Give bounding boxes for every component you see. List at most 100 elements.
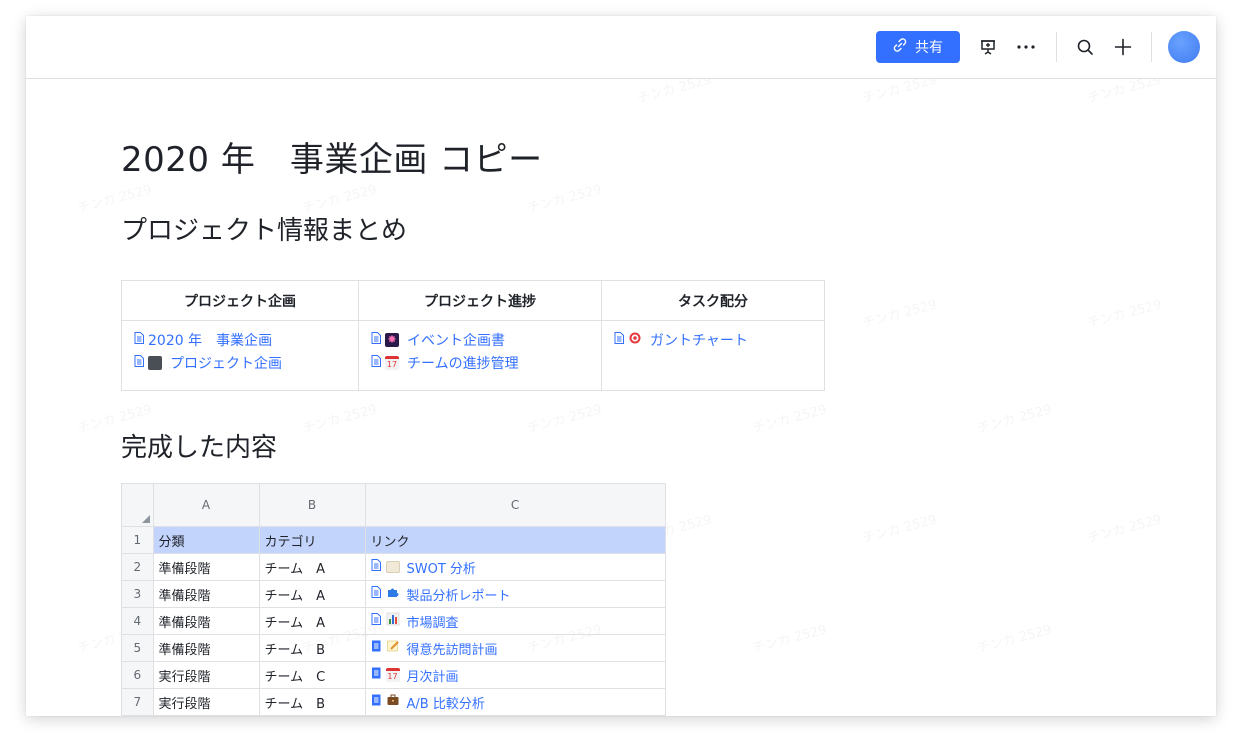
doc-icon bbox=[134, 331, 144, 348]
watermark: チンカ 2529 bbox=[300, 398, 379, 436]
table-cell: 2020 年 事業企画 プロジェクト企画 bbox=[121, 320, 359, 391]
doc-icon bbox=[371, 640, 381, 656]
row-number[interactable]: 4 bbox=[121, 607, 154, 635]
doc-link[interactable]: ガントチャート bbox=[614, 328, 824, 351]
table-header: タスク配分 bbox=[601, 280, 825, 321]
toolbar-divider bbox=[1056, 32, 1057, 62]
toolbar-divider bbox=[1151, 32, 1152, 62]
sheet-cell[interactable]: チーム A bbox=[258, 607, 366, 635]
table-cell: ガントチャート bbox=[601, 320, 825, 391]
doc-icon bbox=[371, 354, 381, 371]
watermark: チンカ 2529 bbox=[975, 398, 1054, 436]
doc-link[interactable]: ✸ イベント企画書 bbox=[371, 328, 601, 351]
watermark: チンカ 2529 bbox=[635, 78, 714, 107]
doc-icon bbox=[371, 613, 381, 629]
column-header[interactable]: A bbox=[152, 483, 260, 527]
table-row: 7 実行段階 チーム B A/B 比較分析 bbox=[121, 688, 666, 716]
sheet-cell[interactable]: チーム B bbox=[258, 634, 366, 662]
presentation-icon[interactable] bbox=[976, 35, 1000, 59]
doc-link[interactable]: 市場調査 bbox=[371, 612, 665, 631]
sheet-cell[interactable]: カテゴリ bbox=[258, 526, 366, 554]
doc-link[interactable]: プロジェクト企画 bbox=[134, 351, 358, 374]
sheet-cell[interactable]: リンク bbox=[364, 526, 666, 554]
sheet-cell[interactable]: チーム C bbox=[258, 661, 366, 689]
sheet-cell[interactable]: SWOT 分析 bbox=[364, 553, 666, 581]
sheet-cell[interactable]: 準備段階 bbox=[152, 580, 260, 608]
doc-icon bbox=[134, 354, 144, 371]
table-row: 6 実行段階 チーム C 17 月次計画 bbox=[121, 661, 666, 689]
doc-link-label: 製品分析レポート bbox=[406, 588, 511, 604]
avatar[interactable] bbox=[1168, 31, 1200, 63]
row-number[interactable]: 6 bbox=[121, 661, 154, 689]
sheet-cell[interactable]: 準備段階 bbox=[152, 634, 260, 662]
target-icon bbox=[628, 331, 642, 349]
project-info-table: プロジェクト企画 プロジェクト進捗 タスク配分 2020 年 事業企画 プロジェ… bbox=[121, 280, 825, 391]
watermark: チンカ 2529 bbox=[750, 398, 829, 436]
doc-link-label: A/B 比較分析 bbox=[406, 696, 485, 712]
search-icon[interactable] bbox=[1073, 35, 1097, 59]
watermark: チンカ 2529 bbox=[1085, 508, 1164, 546]
doc-icon bbox=[371, 559, 381, 575]
section-heading-project-info: プロジェクト情報まとめ bbox=[121, 216, 408, 246]
sheet-cell[interactable]: チーム B bbox=[258, 688, 366, 716]
column-header[interactable]: C bbox=[364, 483, 666, 527]
doc-link[interactable]: 2020 年 事業企画 bbox=[134, 328, 358, 351]
doc-link-label: 市場調査 bbox=[406, 615, 459, 631]
table-row: 3 準備段階 チーム A 製品分析レポート bbox=[121, 580, 666, 608]
doc-link[interactable]: 得意先訪問計画 bbox=[371, 639, 665, 658]
table-cell: ✸ イベント企画書 17 チームの進捗管理 bbox=[358, 320, 602, 391]
sheet-corner[interactable] bbox=[121, 483, 154, 527]
calendar-icon: 17 bbox=[385, 668, 400, 682]
doc-icon bbox=[371, 694, 381, 710]
calendar-icon: 17 bbox=[385, 355, 399, 370]
doc-link[interactable]: 17 チームの進捗管理 bbox=[371, 351, 601, 374]
sheet-cell[interactable]: 実行段階 bbox=[152, 688, 260, 716]
share-button-label: 共有 bbox=[915, 40, 943, 56]
sheet-cell[interactable]: 得意先訪問計画 bbox=[364, 634, 666, 662]
row-number[interactable]: 3 bbox=[121, 580, 154, 608]
page-title: 2020 年 事業企画 コピー bbox=[121, 140, 543, 180]
column-header[interactable]: B bbox=[258, 483, 366, 527]
doc-link[interactable]: SWOT 分析 bbox=[371, 558, 665, 577]
sheet-cell[interactable]: 準備段階 bbox=[152, 607, 260, 635]
doc-link-label: 得意先訪問計画 bbox=[406, 642, 498, 658]
table-row: 4 準備段階 チーム A 市場調査 bbox=[121, 607, 666, 635]
watermark: チンカ 2529 bbox=[860, 78, 939, 107]
sheet-cell[interactable]: 分類 bbox=[152, 526, 260, 554]
top-toolbar: 共有 bbox=[26, 16, 1216, 79]
watermark: チンカ 2529 bbox=[860, 508, 939, 546]
sheet-cell[interactable]: チーム A bbox=[258, 580, 366, 608]
row-number[interactable]: 5 bbox=[121, 634, 154, 662]
row-number[interactable]: 7 bbox=[121, 688, 154, 716]
doc-icon bbox=[614, 331, 624, 348]
sheet-cell[interactable]: 実行段階 bbox=[152, 661, 260, 689]
doc-link[interactable]: 17 月次計画 bbox=[371, 666, 665, 685]
table-row: 5 準備段階 チーム B 得意先訪問計画 bbox=[121, 634, 666, 662]
sheet-cell[interactable]: 準備段階 bbox=[152, 553, 260, 581]
doc-link-label: SWOT 分析 bbox=[406, 561, 476, 577]
plus-icon[interactable] bbox=[1111, 35, 1135, 59]
doc-link-label: 2020 年 事業企画 bbox=[148, 332, 273, 349]
row-number[interactable]: 1 bbox=[121, 526, 154, 554]
spreadsheet: A B C 1 分類 カテゴリ リンク 2 準備段階 チーム A SWOT 分析… bbox=[121, 483, 666, 716]
watermark: チンカ 2529 bbox=[860, 293, 939, 331]
sheet-cell[interactable]: 17 月次計画 bbox=[364, 661, 666, 689]
watermark: チンカ 2529 bbox=[1085, 293, 1164, 331]
doc-link-label: プロジェクト企画 bbox=[170, 355, 282, 372]
row-number[interactable]: 2 bbox=[121, 553, 154, 581]
table-header: プロジェクト企画 bbox=[121, 280, 359, 321]
scroll-icon bbox=[385, 561, 400, 573]
doc-icon bbox=[371, 667, 381, 683]
doc-link[interactable]: A/B 比較分析 bbox=[371, 693, 665, 712]
more-icon[interactable] bbox=[1014, 35, 1038, 59]
doc-icon bbox=[371, 586, 381, 602]
sheet-cell[interactable]: 市場調査 bbox=[364, 607, 666, 635]
cabinet-icon bbox=[148, 355, 162, 370]
watermark: チンカ 2529 bbox=[975, 618, 1054, 656]
share-button[interactable]: 共有 bbox=[876, 31, 960, 63]
doc-link[interactable]: 製品分析レポート bbox=[371, 585, 665, 604]
sheet-cell[interactable]: チーム A bbox=[258, 553, 366, 581]
memo-icon bbox=[386, 639, 400, 657]
sheet-cell[interactable]: A/B 比較分析 bbox=[364, 688, 666, 716]
sheet-cell[interactable]: 製品分析レポート bbox=[364, 580, 666, 608]
